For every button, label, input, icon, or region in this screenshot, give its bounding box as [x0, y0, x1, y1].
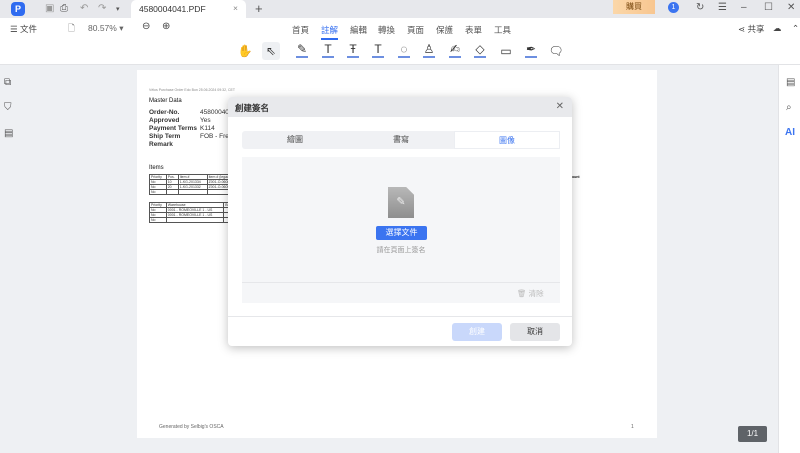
undo-icon[interactable]: ↶	[80, 3, 88, 14]
close-dialog-icon[interactable]: ✕	[556, 101, 564, 112]
table-cell: No	[149, 189, 167, 195]
items-title: Items	[149, 165, 164, 171]
underline-icon[interactable]: T	[319, 42, 337, 60]
items-table: Priority Pos. Item # Item # (legacy) No 10 1-…	[149, 174, 240, 195]
image-drop-area[interactable]: ✎ 選擇文件 請在頁面上簽名 🗑 清除	[242, 157, 560, 303]
hand-tool-icon[interactable]: ✋	[236, 42, 254, 60]
signature-tabs: 繪圖 書寫 圖像	[242, 131, 560, 149]
search-icon[interactable]: ⌕	[786, 102, 792, 113]
clear-button[interactable]: 🗑 清除	[517, 288, 544, 299]
page-indicator[interactable]: 1/1	[738, 426, 767, 442]
redo-icon[interactable]: ↷	[98, 3, 106, 14]
nav-home[interactable]: 首頁	[292, 24, 309, 36]
field-value: FOB - Fre	[200, 133, 229, 140]
field-value: 45800040	[200, 109, 229, 116]
nav-annotate[interactable]: 註解	[321, 24, 339, 40]
nav-page[interactable]: 頁面	[407, 24, 424, 36]
page-footer: Generated by Selbig's OSCA	[159, 424, 224, 430]
rectangle-icon[interactable]: ▭	[497, 42, 515, 60]
file-menu[interactable]: ☰ 文件	[10, 23, 37, 35]
maximize-icon[interactable]: ☐	[764, 2, 773, 13]
nav-convert[interactable]: 轉換	[378, 24, 395, 36]
create-signature-dialog: 創建簽名 ✕ 繪圖 書寫 圖像 ✎ 選擇文件 請在頁面上簽名 🗑 清除 創建 取…	[228, 97, 572, 346]
comment-icon[interactable]: 🗨	[547, 42, 565, 60]
footer-divider	[228, 316, 572, 317]
zoom-in-icon[interactable]: ⊕	[162, 21, 170, 32]
document-tab[interactable]: 4580004041.PDF ×	[131, 0, 246, 18]
ai-assistant-icon[interactable]: AI	[785, 127, 795, 138]
zoom-select[interactable]: 80.57% ▾	[88, 23, 123, 34]
section-title: Master Data	[149, 98, 182, 104]
field-label: Payment Terms	[149, 125, 197, 132]
quick-access-dropdown-icon[interactable]: ▾	[116, 5, 120, 13]
field-label: Order-No.	[149, 109, 180, 116]
divider	[242, 282, 560, 283]
file-signature-icon: ✎	[388, 187, 414, 218]
title-bar	[0, 0, 800, 18]
minimize-icon[interactable]: –	[741, 2, 747, 13]
app-logo-icon: P	[11, 2, 25, 16]
properties-icon[interactable]: ▤	[786, 77, 795, 88]
file-menu-label: 文件	[19, 24, 37, 34]
sign-hint: 請在頁面上簽名	[376, 247, 426, 254]
strikethrough-icon[interactable]: Ŧ	[344, 42, 362, 60]
dialog-title: 創建簽名	[228, 97, 572, 117]
page-view-icon[interactable]: 🗋	[68, 23, 75, 37]
buy-button[interactable]: 購買	[613, 0, 655, 14]
thumbnail-icon[interactable]: ⧉	[4, 77, 11, 88]
tab-title: 4580004041.PDF	[139, 4, 206, 14]
tab-draw[interactable]: 繪圖	[242, 131, 348, 149]
warehouse-table: PriorityWarehouseBuyer No0001 - ROMEOVIL…	[149, 202, 239, 223]
notification-badge[interactable]: 1	[668, 2, 679, 13]
field-label: Approved	[149, 117, 180, 124]
share-button[interactable]: ⋖ 共享	[738, 23, 765, 35]
nav-edit[interactable]: 編輯	[350, 24, 367, 36]
select-tool-icon[interactable]: ⇖	[262, 42, 280, 60]
nav-protect[interactable]: 保護	[436, 24, 453, 36]
field-value: K114	[200, 125, 215, 132]
comments-panel-icon[interactable]: ▤	[4, 128, 13, 139]
squiggly-icon[interactable]: T	[369, 42, 387, 60]
save-icon[interactable]: ▣	[45, 3, 54, 14]
close-tab-icon[interactable]: ×	[233, 3, 238, 13]
stamp-icon[interactable]: ♙	[420, 42, 438, 60]
bookmark-icon[interactable]: ⛉	[4, 102, 12, 113]
field-label: Ship Term	[149, 133, 181, 140]
print-icon[interactable]: ⎙	[60, 3, 68, 14]
zoom-out-icon[interactable]: ⊖	[142, 21, 150, 32]
nav-tools[interactable]: 工具	[494, 24, 511, 36]
tab-type[interactable]: 書寫	[348, 131, 454, 149]
cancel-button[interactable]: 取消	[510, 323, 560, 341]
choose-file-button[interactable]: 選擇文件	[376, 226, 427, 240]
refresh-icon[interactable]: ↻	[696, 2, 704, 13]
signature-icon[interactable]: ✍	[446, 42, 464, 60]
zoom-value: 80.57%	[88, 23, 117, 33]
field-label: Remark	[149, 141, 173, 148]
table-cell: No	[149, 217, 167, 223]
eraser-icon[interactable]: ◇	[471, 42, 489, 60]
page-number: 1	[631, 424, 634, 430]
master-data-fields: Order-No. 45800040 Approved Yes Payment Te…	[149, 109, 229, 149]
pen-icon[interactable]: ✒	[522, 42, 540, 60]
cloud-icon[interactable]: ☁	[773, 23, 782, 34]
doc-header-line: Vélos Purchase Order Edo Bon 25.06.2024 …	[149, 88, 235, 92]
nav-form[interactable]: 表單	[465, 24, 482, 36]
new-tab-icon[interactable]: +	[255, 1, 263, 16]
collapse-icon[interactable]: ⌃	[792, 23, 799, 34]
menu-icon[interactable]: ☰	[718, 2, 727, 13]
clear-label: 清除	[528, 289, 544, 298]
shape-icon[interactable]: ◌	[395, 42, 413, 60]
close-window-icon[interactable]: ✕	[787, 2, 795, 13]
left-sidebar	[0, 65, 20, 453]
share-label: 共享	[747, 24, 765, 34]
tab-image[interactable]: 圖像	[454, 131, 560, 149]
right-sidebar	[778, 65, 800, 453]
highlight-icon[interactable]: ✎	[293, 42, 311, 60]
field-value: Yes	[200, 117, 211, 124]
create-button[interactable]: 創建	[452, 323, 502, 341]
